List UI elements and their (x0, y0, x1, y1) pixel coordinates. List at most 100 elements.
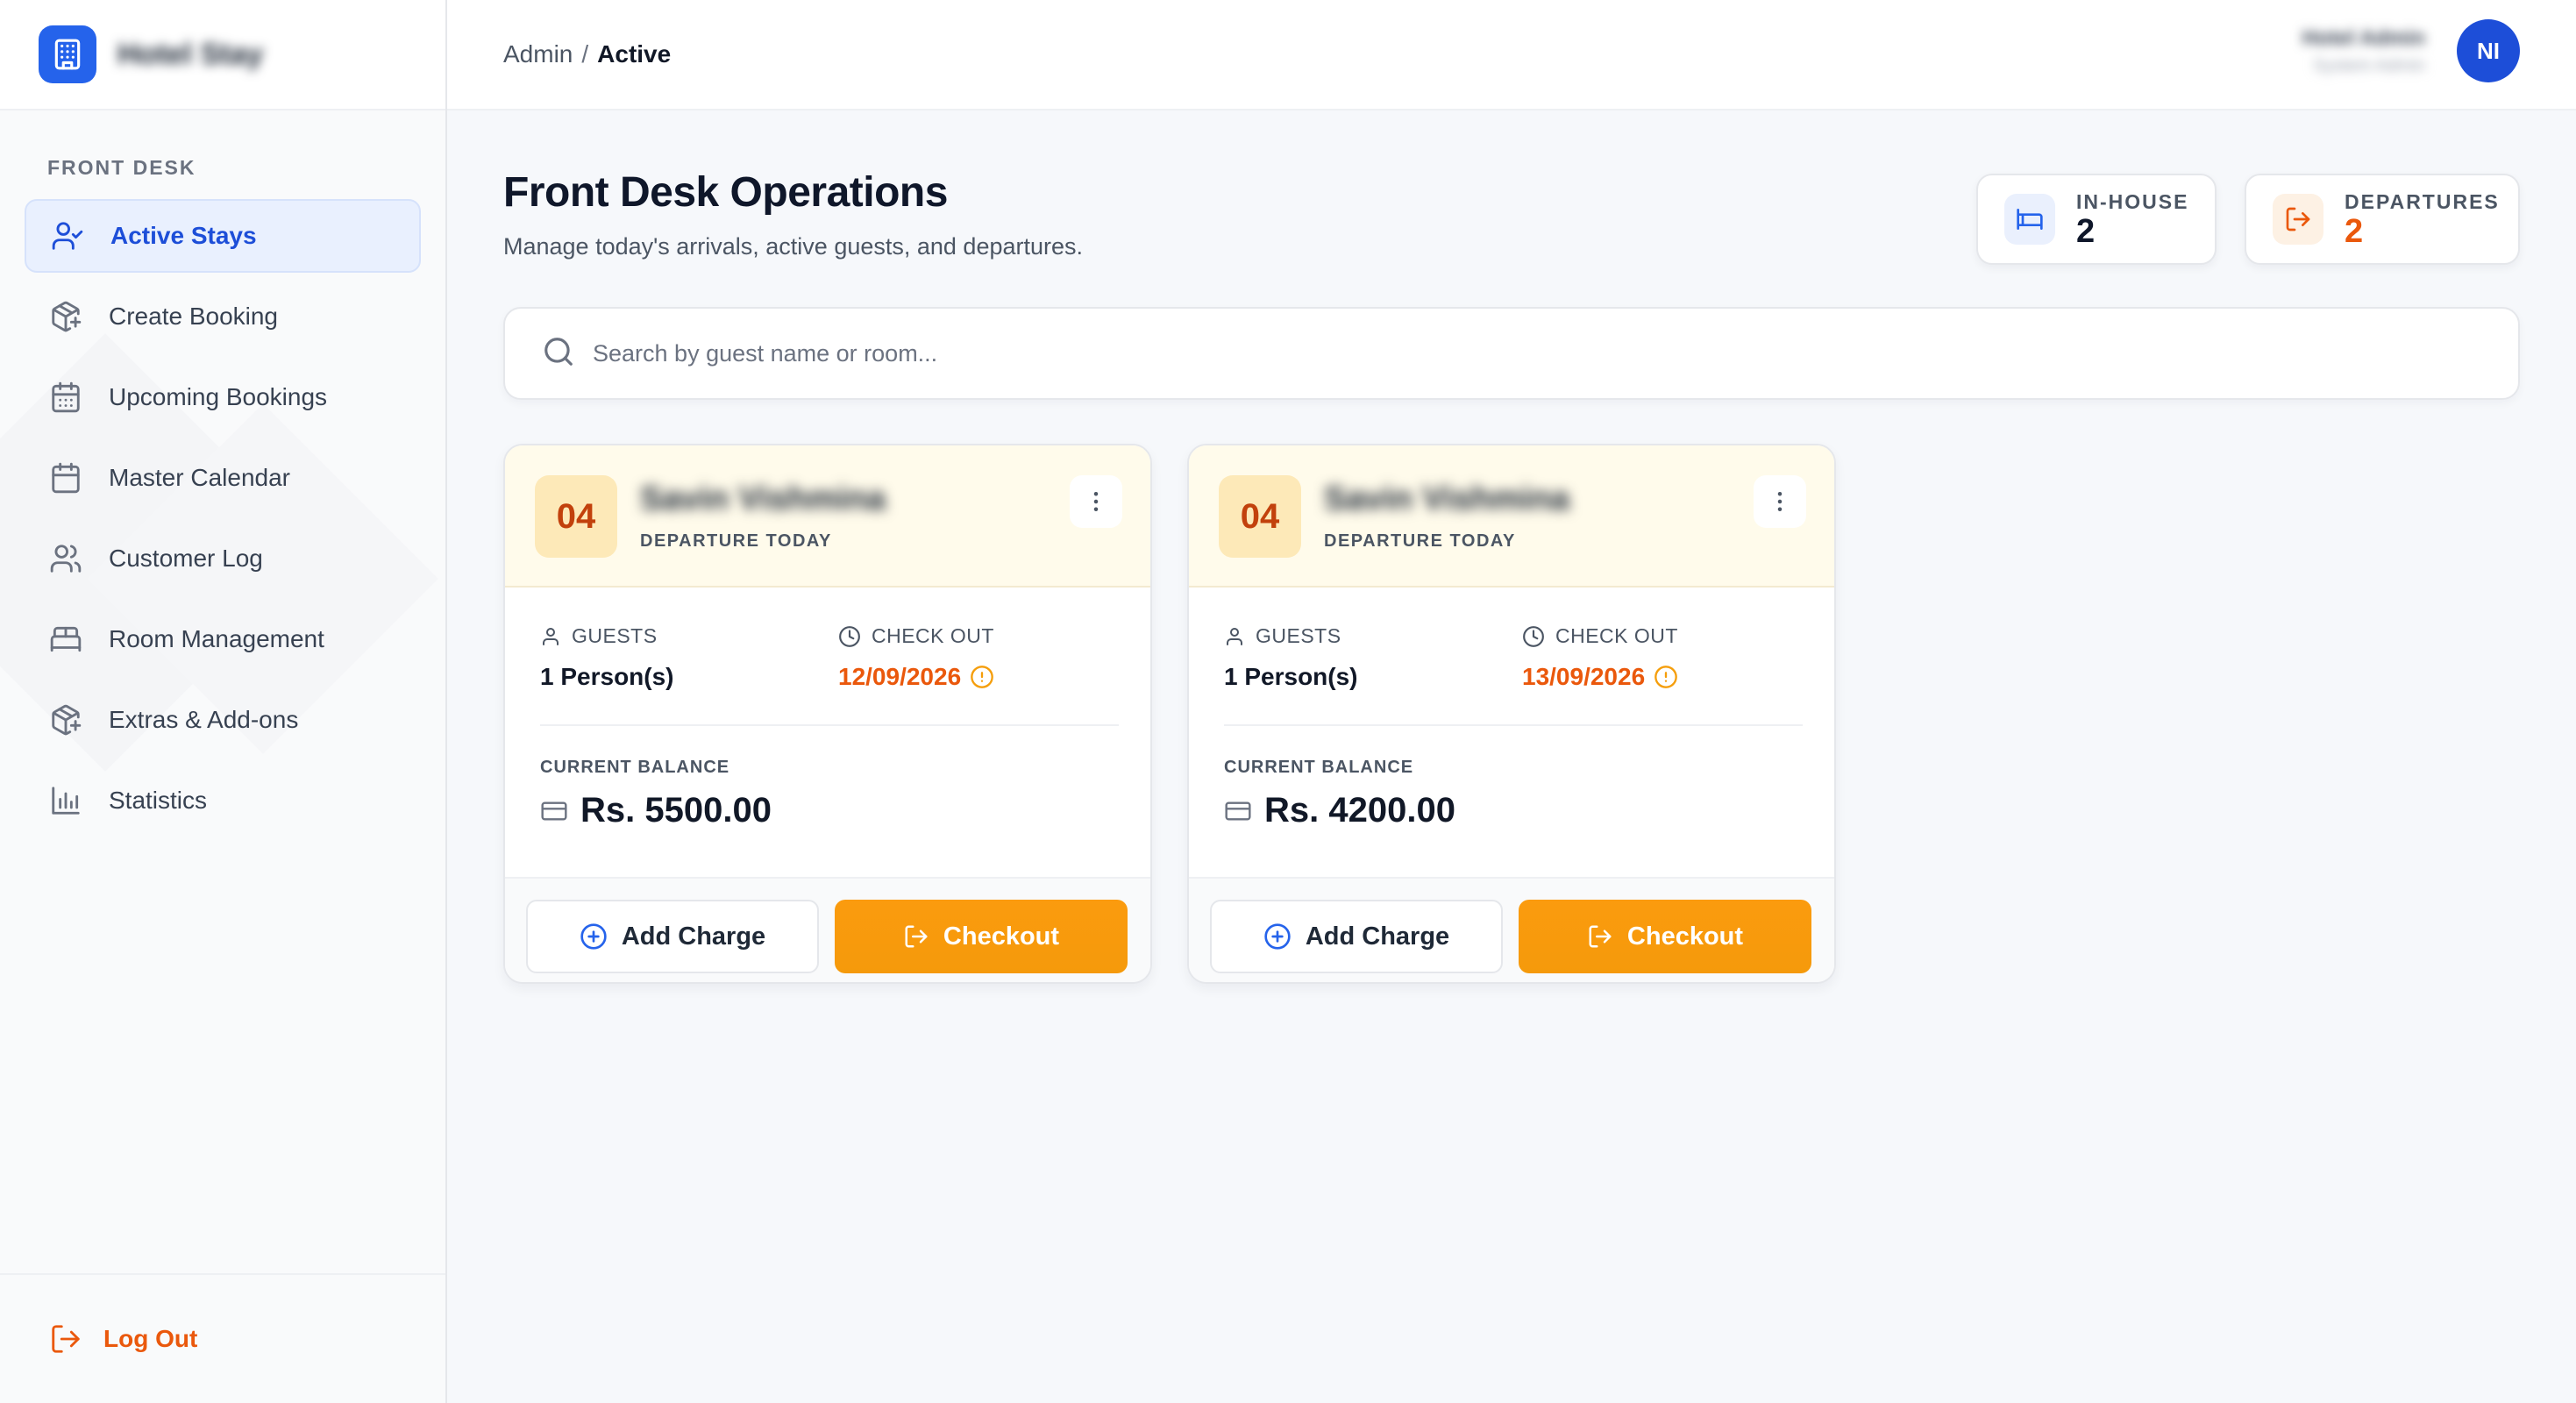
balance-label: CURRENT BALANCE (540, 758, 730, 777)
stay-card-actions: Add Charge Checkout (1189, 877, 1834, 982)
user-icon (1227, 627, 1242, 645)
bar-chart-icon (47, 782, 84, 819)
more-options-button[interactable] (1070, 475, 1122, 528)
brand-name: Hotel Stay (117, 37, 264, 71)
credit-card-icon (1225, 801, 1251, 821)
stay-card-header: 04 Savin Vishmina DEPARTURE TODAY (1189, 445, 1834, 588)
guests-label-text: GUESTS (572, 624, 658, 647)
search-input[interactable] (593, 339, 2346, 367)
hotel-building-icon[interactable] (39, 25, 96, 83)
breadcrumb: Admin / Active (503, 40, 671, 68)
search-icon (542, 335, 575, 373)
more-vertical-icon (1777, 492, 1783, 511)
users-icon (47, 540, 84, 577)
guests-label-text: GUESTS (1256, 624, 1341, 647)
clock-icon (839, 625, 860, 647)
balance-label: CURRENT BALANCE (1224, 758, 1414, 777)
package-plus-icon (47, 298, 84, 335)
add-charge-button[interactable]: Add Charge (1210, 900, 1503, 973)
balance-value: Rs. 4200.00 (1224, 791, 1455, 830)
calendar-days-icon (47, 379, 84, 416)
alert-circle-icon (971, 666, 993, 688)
add-charge-label: Add Charge (621, 922, 766, 951)
guests-value: 1 Person(s) (540, 663, 674, 690)
plus-circle-icon (580, 923, 607, 950)
log-out-icon (2273, 194, 2323, 245)
sidebar-item-active-stays[interactable]: Active Stays (25, 199, 421, 273)
guest-name: Savin Vishmina (1324, 481, 1570, 517)
user-menu[interactable]: Hotel Admin System Admin NI (2302, 19, 2520, 82)
more-options-button[interactable] (1754, 475, 1806, 528)
bed-icon (2004, 194, 2055, 245)
stat-in-house-label: IN-HOUSE (2076, 189, 2189, 213)
checkout-button[interactable]: Checkout (1519, 900, 1811, 973)
guest-name: Savin Vishmina (640, 481, 886, 517)
user-icon (543, 627, 559, 645)
sidebar-item-label: Extras & Add-ons (109, 706, 299, 733)
stay-card: 04 Savin Vishmina DEPARTURE TODAY GUESTS… (503, 444, 1152, 984)
top-bar: Admin / Active Hotel Admin System Admin NI (447, 0, 2576, 110)
sidebar-item-label: Upcoming Bookings (109, 383, 328, 410)
guests-value: 1 Person(s) (1224, 663, 1358, 690)
sidebar-item-create-booking[interactable]: Create Booking (25, 280, 421, 353)
sidebar-item-label: Customer Log (109, 545, 263, 572)
sidebar-item-statistics[interactable]: Statistics (25, 764, 421, 837)
checkout-date-text: 12/09/2026 (838, 663, 962, 690)
package-plus-icon (47, 702, 84, 738)
user-meta: Hotel Admin System Admin (2302, 26, 2425, 76)
stay-card-header: 04 Savin Vishmina DEPARTURE TODAY (505, 445, 1150, 588)
balance-value: Rs. 5500.00 (540, 791, 772, 830)
search-bar (503, 307, 2520, 400)
guests-label: GUESTS (1224, 624, 1341, 648)
page-title: Front Desk Operations (503, 169, 948, 216)
sidebar-item-label: Statistics (109, 787, 208, 814)
stay-card-body: GUESTS CHECK OUT 1 Person(s) 12/09/2026 … (540, 588, 1119, 877)
checkout-date: 13/09/2026 (1522, 663, 1678, 691)
add-charge-label: Add Charge (1305, 922, 1450, 951)
avatar[interactable]: NI (2457, 19, 2520, 82)
add-charge-button[interactable]: Add Charge (526, 900, 819, 973)
sidebar-item-label: Create Booking (109, 303, 279, 330)
stat-in-house-value: 2 (2076, 212, 2096, 250)
logout-button[interactable]: Log Out (0, 1273, 445, 1403)
balance-amount: Rs. 5500.00 (580, 791, 772, 830)
user-name: Hotel Admin (2302, 25, 2425, 50)
clock-icon (1523, 625, 1544, 647)
checkout-date: 12/09/2026 (838, 663, 994, 691)
checkout-label-text: CHECK OUT (872, 624, 994, 647)
page-subtitle: Manage today's arrivals, active guests, … (503, 233, 1084, 260)
sidebar-nav: Active Stays Create Booking Upcoming Boo… (0, 199, 445, 837)
log-out-icon (1589, 925, 1612, 948)
stat-departures: DEPARTURES 2 (2245, 174, 2520, 265)
sidebar-item-master-calendar[interactable]: Master Calendar (25, 441, 421, 515)
sidebar-item-extras-addons[interactable]: Extras & Add-ons (25, 683, 421, 757)
bed-icon (47, 621, 84, 658)
stat-departures-label: DEPARTURES (2345, 189, 2500, 213)
checkout-button-label: Checkout (943, 922, 1060, 951)
sidebar-item-label: Active Stays (110, 222, 257, 249)
stat-departures-value: 2 (2345, 212, 2364, 250)
stay-card: 04 Savin Vishmina DEPARTURE TODAY GUESTS… (1187, 444, 1836, 984)
alert-circle-icon (1654, 666, 1677, 688)
log-out-icon (905, 925, 928, 948)
sidebar-item-upcoming-bookings[interactable]: Upcoming Bookings (25, 360, 421, 434)
sidebar-item-room-management[interactable]: Room Management (25, 602, 421, 676)
checkout-button-label: Checkout (1626, 922, 1744, 951)
stay-card-body: GUESTS CHECK OUT 1 Person(s) 13/09/2026 … (1224, 588, 1803, 877)
balance-amount: Rs. 4200.00 (1264, 791, 1455, 830)
stat-in-house: IN-HOUSE 2 (1976, 174, 2217, 265)
credit-card-icon (541, 801, 567, 821)
stay-card-actions: Add Charge Checkout (505, 877, 1150, 982)
divider (540, 724, 1119, 726)
breadcrumb-separator: / (581, 40, 589, 68)
departure-status: DEPARTURE TODAY (640, 531, 832, 551)
checkout-button[interactable]: Checkout (835, 900, 1128, 973)
departure-status: DEPARTURE TODAY (1324, 531, 1516, 551)
breadcrumb-current: Active (597, 40, 672, 68)
divider (1224, 724, 1803, 726)
user-role: System Admin (2313, 55, 2425, 75)
sidebar-item-customer-log[interactable]: Customer Log (25, 522, 421, 595)
sidebar-section-label: FRONT DESK (47, 156, 196, 179)
breadcrumb-root[interactable]: Admin (503, 40, 573, 68)
calendar-icon (47, 459, 84, 496)
